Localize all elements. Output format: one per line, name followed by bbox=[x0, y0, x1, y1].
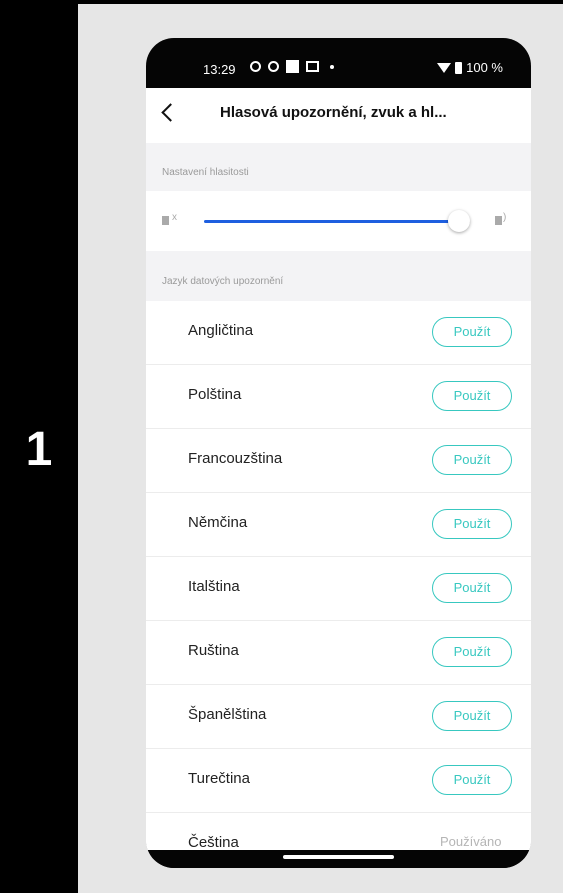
mute-x-icon: x bbox=[172, 212, 177, 223]
use-button[interactable]: Použít bbox=[432, 701, 512, 731]
language-name: Čeština bbox=[188, 834, 239, 850]
page-title: Hlasová upozornění, zvuk a hl... bbox=[220, 104, 447, 121]
step-sidebar: 1 bbox=[0, 0, 78, 893]
status-time: 13:29 bbox=[203, 62, 236, 77]
use-button[interactable]: Použít bbox=[432, 573, 512, 603]
more-notifications-dot-icon bbox=[330, 64, 334, 69]
square-notification-icon bbox=[286, 60, 299, 73]
language-name: Francouzština bbox=[188, 450, 283, 467]
language-row: Francouzština Použít bbox=[146, 429, 531, 493]
language-row: Španělština Použít bbox=[146, 685, 531, 749]
language-row: Italština Použít bbox=[146, 557, 531, 621]
back-arrow-icon[interactable] bbox=[161, 103, 180, 122]
use-button[interactable]: Použít bbox=[432, 637, 512, 667]
language-row-current: Čeština Používáno bbox=[146, 813, 531, 850]
in-use-status: Používáno bbox=[440, 834, 502, 849]
speaker-mute-icon bbox=[162, 216, 169, 225]
use-button[interactable]: Použít bbox=[432, 381, 512, 411]
step-number: 1 bbox=[25, 423, 53, 476]
use-button[interactable]: Použít bbox=[432, 765, 512, 795]
sound-wave-icon: ) bbox=[503, 212, 507, 223]
language-row: Turečtina Použít bbox=[146, 749, 531, 813]
language-name: Španělština bbox=[188, 706, 267, 723]
app-notification-icon bbox=[250, 61, 261, 72]
use-button[interactable]: Použít bbox=[432, 509, 512, 539]
volume-card: x ) bbox=[146, 191, 531, 251]
card-notification-icon bbox=[306, 61, 319, 72]
battery-icon bbox=[455, 61, 463, 74]
language-list: Angličtina Použít Polština Použít Franco… bbox=[146, 301, 531, 850]
language-name: Angličtina bbox=[188, 322, 254, 339]
wifi-icon bbox=[437, 62, 452, 73]
language-row: Polština Použít bbox=[146, 365, 531, 429]
language-name: Turečtina bbox=[188, 770, 250, 787]
language-row: Němčina Použít bbox=[146, 493, 531, 557]
top-border bbox=[0, 0, 563, 4]
language-section-label: Jazyk datových upozornění bbox=[162, 276, 284, 287]
language-name: Ruština bbox=[188, 642, 239, 659]
volume-slider-thumb[interactable] bbox=[448, 210, 470, 232]
speaker-loud-icon bbox=[495, 216, 502, 225]
phone-frame: 13:29 100 % Hlasová upozornění, zvuk a h… bbox=[146, 38, 531, 868]
gesture-nav-bar bbox=[146, 850, 531, 868]
language-name: Polština bbox=[188, 386, 242, 403]
language-row: Angličtina Použít bbox=[146, 301, 531, 365]
use-button[interactable]: Použít bbox=[432, 445, 512, 475]
status-system-icons: 100 % bbox=[437, 60, 503, 75]
ring-notification-icon bbox=[268, 61, 279, 72]
language-row: Ruština Použít bbox=[146, 621, 531, 685]
app-screen: Hlasová upozornění, zvuk a hl... Nastave… bbox=[146, 88, 531, 850]
status-bar: 13:29 100 % bbox=[146, 38, 531, 88]
language-name: Italština bbox=[188, 578, 240, 595]
volume-section-label: Nastavení hlasitosti bbox=[162, 167, 249, 178]
status-notification-icons bbox=[250, 60, 334, 73]
use-button[interactable]: Použít bbox=[432, 317, 512, 347]
volume-slider-fill[interactable] bbox=[204, 220, 459, 223]
home-handle[interactable] bbox=[283, 855, 394, 859]
language-name: Němčina bbox=[188, 514, 248, 531]
battery-level: 100 % bbox=[466, 60, 503, 75]
app-bar: Hlasová upozornění, zvuk a hl... bbox=[146, 88, 531, 143]
